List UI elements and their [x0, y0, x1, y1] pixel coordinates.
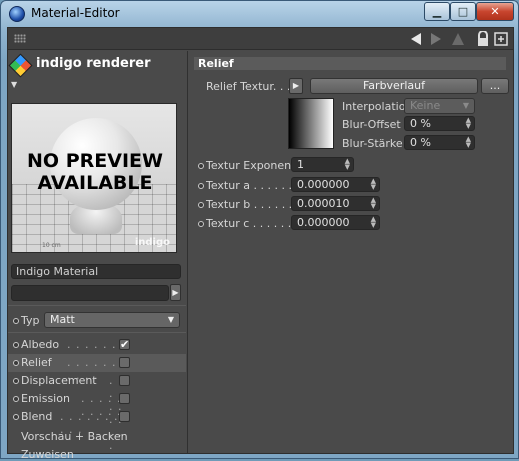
texture-a-label: Textur a . . . . . . [206, 179, 292, 192]
animate-dot-icon[interactable] [13, 396, 19, 402]
divider [8, 305, 186, 306]
lock-icon[interactable] [475, 30, 491, 47]
new-window-icon[interactable] [493, 31, 509, 47]
left-panel: indigo renderer ▼ NO PREVIEW AVAILABLE 1… [8, 51, 188, 461]
spinner-icon[interactable]: ▲ ▼ [371, 178, 376, 191]
indigo-logo-icon [8, 53, 33, 78]
channel-label: Albedo [21, 338, 60, 351]
preview-watermark: indigo [134, 237, 170, 248]
animate-dot-icon[interactable] [13, 378, 19, 384]
animate-dot-icon[interactable] [13, 318, 19, 324]
app-icon [9, 6, 25, 22]
preview-bake-button[interactable]: Vorschau + Backen [21, 430, 128, 443]
relief-heading: Relief [194, 57, 506, 70]
animate-dot-icon[interactable] [198, 163, 204, 169]
channel-checkbox[interactable] [119, 357, 130, 368]
channel-albedo[interactable]: Albedo. . . . . . . . . . .✔ [8, 336, 186, 364]
renderer-brand: indigo renderer [36, 56, 151, 71]
blur-strength-label: Blur-Stärke [342, 137, 403, 150]
blur-offset-value: 0 % [410, 117, 431, 130]
channel-relief[interactable]: Relief. . . . . . . . . . . [8, 354, 186, 382]
interpolation-label: Interpolation [342, 100, 413, 113]
blur-offset-label: Blur-Offset [342, 118, 401, 131]
toolbar [8, 28, 513, 50]
title-bar[interactable]: Material-Editor ▁ □ ✕ [1, 1, 518, 27]
blur-offset-field[interactable]: 0 % ▲ ▼ [404, 116, 475, 131]
channel-label: Relief [21, 356, 52, 369]
animate-dot-icon[interactable] [13, 414, 19, 420]
type-label: Typ [21, 314, 40, 327]
relief-panel: Relief Relief Textur. . . ▶ Farbverlauf … [190, 51, 513, 453]
grip-icon[interactable] [14, 34, 26, 43]
channel-blend[interactable]: Blend. . . . . . . . . . . [8, 408, 186, 436]
divider [8, 332, 186, 333]
texture-c-field[interactable]: 0.000000 ▲ ▼ [291, 215, 380, 230]
blur-strength-value: 0 % [410, 136, 431, 149]
exponent-label: Textur Exponent [206, 159, 296, 172]
spinner-icon[interactable]: ▲ ▼ [345, 158, 350, 171]
spinner-icon[interactable]: ▲ ▼ [371, 216, 376, 229]
channel-label: Emission [21, 392, 70, 405]
texture-menu-arrow-button[interactable]: ▶ [289, 78, 303, 94]
texture-a-value: 0.000000 [297, 178, 350, 191]
close-button[interactable]: ✕ [476, 2, 514, 21]
channel-displacement[interactable]: Displacement. . . . . . . . . . . [8, 372, 186, 452]
channel-checkbox[interactable]: ✔ [119, 339, 130, 350]
channel-label: Displacement [21, 374, 97, 387]
blur-strength-field[interactable]: 0 % ▲ ▼ [404, 135, 475, 150]
channel-label: Blend [21, 410, 53, 423]
type-select[interactable]: Matt ▼ [44, 312, 180, 328]
channel-emission[interactable]: Emission. . . . . . . . . . . [8, 390, 186, 418]
no-preview-line-1: NO PREVIEW [27, 150, 163, 172]
material-editor-window: Material-Editor ▁ □ ✕ indigo renderer ▼ … [0, 0, 519, 461]
animate-dot-icon[interactable] [198, 202, 204, 208]
chevron-down-icon: ▼ [167, 315, 174, 324]
material-name-field[interactable]: Indigo Material [11, 264, 181, 279]
link-field[interactable] [11, 285, 169, 301]
arrow-right-icon[interactable] [428, 31, 444, 47]
arrow-left-icon[interactable] [408, 31, 424, 47]
animate-dot-icon[interactable] [198, 221, 204, 227]
gradient-preview[interactable] [288, 98, 334, 149]
assign-button[interactable]: Zuweisen [21, 448, 74, 461]
exponent-field[interactable]: 1 ▲ ▼ [291, 157, 354, 172]
no-preview-label: NO PREVIEW AVAILABLE [12, 150, 176, 194]
channel-checkbox[interactable] [119, 375, 130, 386]
chevron-down-icon: ▼ [462, 101, 469, 110]
animate-dot-icon[interactable] [13, 342, 19, 348]
texture-a-field[interactable]: 0.000000 ▲ ▼ [291, 177, 380, 192]
texture-b-label: Textur b . . . . . . [206, 198, 293, 211]
texture-c-value: 0.000000 [297, 216, 350, 229]
texture-b-field[interactable]: 0.000010 ▲ ▼ [291, 196, 380, 211]
animate-dot-icon[interactable] [198, 183, 204, 189]
channel-checkbox[interactable] [119, 393, 130, 404]
exponent-value: 1 [297, 158, 304, 171]
minimize-button[interactable]: ▁ [424, 2, 450, 21]
preview-scale-label: 10 cm [42, 242, 61, 249]
spinner-icon[interactable]: ▲ ▼ [466, 136, 471, 149]
texture-gradient-button[interactable]: Farbverlauf [310, 78, 478, 94]
animate-dot-icon[interactable] [13, 360, 19, 366]
no-preview-line-2: AVAILABLE [37, 172, 153, 194]
type-select-value: Matt [50, 313, 75, 326]
link-arrow-button[interactable]: ▶ [170, 284, 181, 301]
window-title: Material-Editor [31, 6, 120, 20]
arrow-up-icon[interactable] [450, 31, 466, 47]
texture-more-button[interactable]: ... [481, 78, 509, 94]
spinner-icon[interactable]: ▲ ▼ [371, 197, 376, 210]
spinner-icon[interactable]: ▲ ▼ [466, 117, 471, 130]
interpolation-value: Keine [410, 99, 441, 112]
maximize-button[interactable]: □ [450, 2, 476, 21]
interpolation-select[interactable]: Keine ▼ [404, 98, 475, 114]
relief-texture-label: Relief Textur. . . [206, 80, 291, 93]
texture-b-value: 0.000010 [297, 197, 350, 210]
editor-client-area: indigo renderer ▼ NO PREVIEW AVAILABLE 1… [7, 27, 514, 461]
channel-checkbox[interactable] [119, 411, 130, 422]
texture-c-label: Textur c . . . . . . [206, 217, 292, 230]
chevron-down-icon[interactable]: ▼ [11, 80, 17, 89]
material-preview[interactable]: NO PREVIEW AVAILABLE 10 cm indigo [11, 103, 177, 253]
